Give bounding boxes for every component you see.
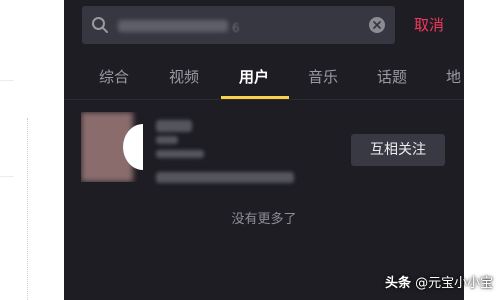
tab-videos[interactable]: 视频	[169, 66, 199, 87]
margin-rule	[0, 80, 14, 81]
close-icon	[373, 21, 381, 29]
screenshot-stage: 6 取消 综合 视频 用户 音乐 话题 地 互相关注 没有更多了 头条 @元宝小…	[0, 0, 500, 300]
dotted-divider	[27, 118, 28, 300]
watermark: 头条 @元宝小小宝	[385, 272, 493, 291]
search-query-blurred	[118, 20, 228, 32]
clear-icon[interactable]	[369, 17, 385, 33]
tab-places[interactable]: 地	[446, 66, 461, 87]
search-icon	[92, 17, 108, 33]
search-query-tail: 6	[232, 21, 240, 35]
user-bio-blurred	[156, 172, 294, 183]
watermark-handle: @元宝小小宝	[415, 276, 494, 291]
right-margin-panel	[464, 0, 500, 300]
avatar[interactable]	[81, 112, 143, 182]
tab-divider	[64, 99, 464, 100]
app-screen: 6 取消 综合 视频 用户 音乐 话题 地 互相关注 没有更多了	[64, 0, 464, 300]
cancel-button[interactable]: 取消	[414, 14, 444, 35]
mutual-follow-button[interactable]: 互相关注	[351, 134, 445, 166]
margin-rule	[0, 176, 14, 177]
user-detail-blurred	[156, 136, 178, 144]
user-id-blurred	[156, 150, 204, 158]
user-name-blurred[interactable]	[156, 120, 192, 132]
tab-comprehensive[interactable]: 综合	[99, 66, 129, 87]
left-margin-panel	[0, 0, 64, 300]
tab-topics[interactable]: 话题	[377, 66, 407, 87]
search-input[interactable]: 6	[82, 6, 395, 44]
tab-users[interactable]: 用户	[239, 66, 269, 87]
tab-music[interactable]: 音乐	[308, 66, 338, 87]
end-of-list-text: 没有更多了	[231, 212, 297, 227]
search-tabs: 综合 视频 用户 音乐 话题 地	[64, 60, 464, 100]
watermark-brand: 头条	[385, 276, 412, 291]
